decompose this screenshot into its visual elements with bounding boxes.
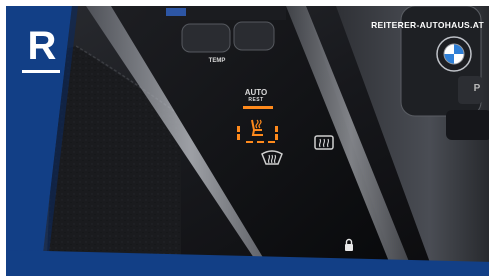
front-defrost-icon[interactable] <box>260 148 284 166</box>
logo-underline <box>22 70 60 73</box>
website-label: REITERER-AUTOHAUS.AT <box>371 20 484 30</box>
rest-label: REST <box>248 97 264 103</box>
image-frame: R TEMP AUTO REST P REITERER-AUTOHAUS.AT <box>0 0 492 279</box>
bottom-banner <box>6 250 489 276</box>
gear-park-label: P <box>473 83 481 94</box>
rear-defrost-icon[interactable] <box>312 134 336 152</box>
seat-heat-icon[interactable] <box>245 116 269 138</box>
bmw-emblem-icon <box>436 36 472 72</box>
auto-label: AUTO <box>244 88 268 97</box>
temp-label: TEMP <box>208 58 226 64</box>
car-interior-photo: R TEMP AUTO REST P REITERER-AUTOHAUS.AT <box>6 6 489 276</box>
brand-logo: R <box>27 24 57 68</box>
